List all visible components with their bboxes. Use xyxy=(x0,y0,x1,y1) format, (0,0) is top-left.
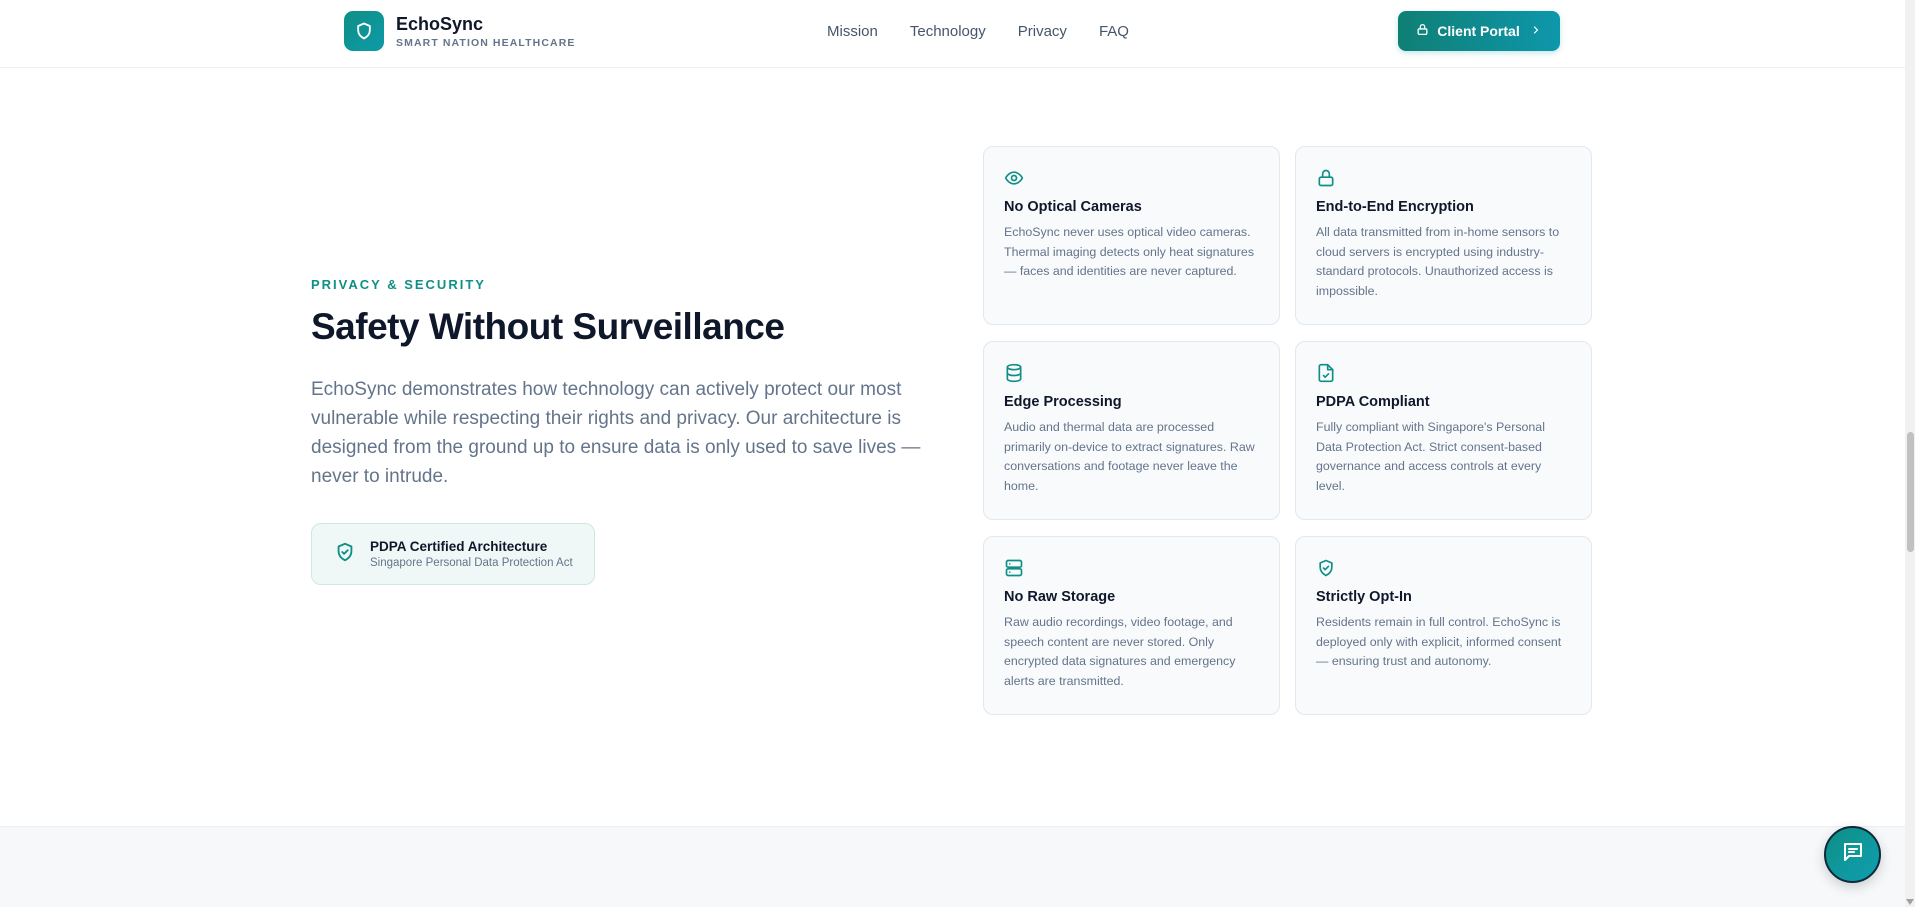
badge-title: PDPA Certified Architecture xyxy=(370,539,548,554)
shield-check-icon xyxy=(334,541,356,568)
eye-icon xyxy=(1004,167,1259,189)
lock-icon xyxy=(1416,23,1429,39)
card-body: EchoSync never uses optical video camera… xyxy=(1004,225,1255,278)
scrollbar-thumb[interactable] xyxy=(1907,432,1914,552)
database-icon xyxy=(1004,362,1259,384)
card-title: Strictly Opt-In xyxy=(1316,589,1412,605)
server-icon xyxy=(1004,557,1259,579)
card-body: Residents remain in full control. EchoSy… xyxy=(1316,615,1562,668)
card-body: Audio and thermal data are processed pri… xyxy=(1004,420,1255,493)
chat-button[interactable] xyxy=(1824,826,1881,883)
card-title: Edge Processing xyxy=(1004,394,1122,410)
chevron-right-icon xyxy=(1530,23,1542,39)
scroll-down-arrow-icon[interactable] xyxy=(1906,899,1914,905)
feature-card-end-to-end-encryption: End-to-End Encryption All data transmitt… xyxy=(1295,146,1592,325)
card-title: No Raw Storage xyxy=(1004,589,1116,605)
main-nav: Mission Technology Privacy FAQ xyxy=(827,22,1161,42)
file-check-icon xyxy=(1316,362,1571,384)
card-body: Raw audio recordings, video footage, and… xyxy=(1004,615,1236,688)
brand-tagline: SMART NATION HEALTHCARE xyxy=(396,37,576,49)
section-title: Safety Without Surveillance xyxy=(311,306,785,347)
card-body: Fully compliant with Singapore's Persona… xyxy=(1316,420,1545,493)
card-body: All data transmitted from in-home sensor… xyxy=(1316,225,1560,298)
badge-subtitle: Singapore Personal Data Protection Act xyxy=(370,557,573,569)
nav-link-faq[interactable]: FAQ xyxy=(1099,22,1129,42)
section-lead: EchoSync demonstrates how technology can… xyxy=(311,379,921,487)
next-section-band xyxy=(0,826,1905,907)
card-title: End-to-End Encryption xyxy=(1316,199,1474,215)
feature-card-strictly-opt-in: Strictly Opt-In Residents remain in full… xyxy=(1295,536,1592,715)
brand-name: EchoSync xyxy=(396,14,484,34)
card-title: PDPA Compliant xyxy=(1316,394,1430,410)
shield-check-icon xyxy=(1316,557,1571,579)
shield-logo-icon xyxy=(344,11,384,51)
nav-link-mission[interactable]: Mission xyxy=(827,22,878,42)
lock-icon xyxy=(1316,167,1571,189)
feature-card-pdpa-compliant: PDPA Compliant Fully compliant with Sing… xyxy=(1295,341,1592,520)
client-portal-label: Client Portal xyxy=(1437,23,1520,39)
client-portal-button[interactable]: Client Portal xyxy=(1398,11,1560,51)
page-scrollbar[interactable] xyxy=(1905,0,1915,907)
brand[interactable]: EchoSync SMART NATION HEALTHCARE xyxy=(344,11,575,51)
feature-card-edge-processing: Edge Processing Audio and thermal data a… xyxy=(983,341,1280,520)
chat-bubble-icon xyxy=(1841,840,1865,869)
nav-link-technology[interactable]: Technology xyxy=(910,22,986,42)
feature-card-no-raw-storage: No Raw Storage Raw audio recordings, vid… xyxy=(983,536,1280,715)
card-title: No Optical Cameras xyxy=(1004,199,1142,215)
site-header: EchoSync SMART NATION HEALTHCARE Mission… xyxy=(0,0,1905,68)
section-eyebrow: PRIVACY & SECURITY xyxy=(311,277,486,292)
nav-link-privacy[interactable]: Privacy xyxy=(1018,22,1067,42)
pdpa-badge: PDPA Certified Architecture Singapore Pe… xyxy=(311,523,595,585)
feature-card-no-optical-cameras: No Optical Cameras EchoSync never uses o… xyxy=(983,146,1280,325)
